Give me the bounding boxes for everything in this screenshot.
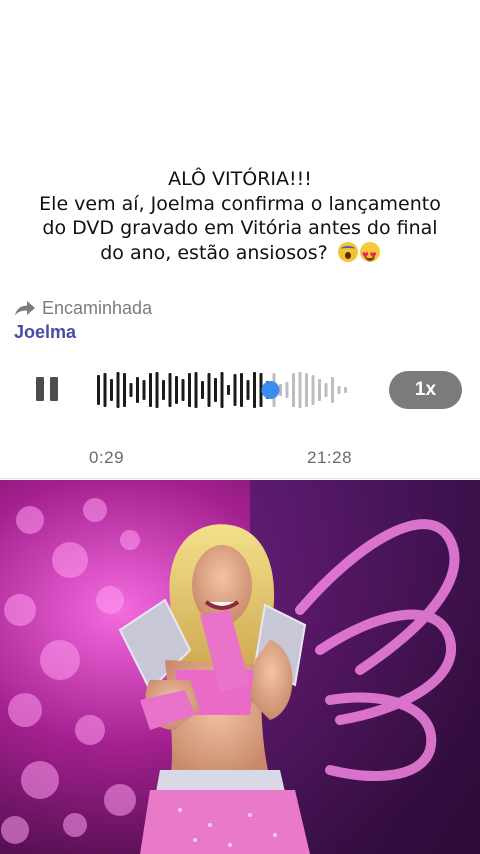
waveform-bar bbox=[123, 373, 126, 407]
emoji-group bbox=[336, 241, 380, 268]
waveform-bar bbox=[162, 380, 165, 400]
waveform-bar bbox=[149, 373, 152, 407]
waveform-bar bbox=[188, 373, 191, 407]
forwarded-text: Encaminhada bbox=[42, 297, 153, 318]
waveform-bar bbox=[194, 372, 198, 408]
waveform-bar bbox=[240, 373, 243, 407]
waveform-bar bbox=[155, 372, 159, 408]
waveform-bar bbox=[305, 373, 308, 407]
waveform-bar bbox=[337, 386, 341, 394]
waveform-bar bbox=[129, 383, 133, 397]
waveform-bar bbox=[318, 379, 321, 401]
waveform-bar bbox=[220, 372, 224, 408]
waveform-bar bbox=[344, 387, 347, 393]
waveform-bar bbox=[292, 373, 295, 407]
sender-name[interactable]: Joelma bbox=[14, 322, 76, 343]
total-duration: 21:28 bbox=[307, 448, 353, 467]
forwarded-label: Encaminhada bbox=[14, 297, 152, 319]
waveform-bar bbox=[97, 375, 100, 405]
audio-waveform[interactable] bbox=[95, 365, 365, 415]
pause-bar bbox=[50, 377, 58, 401]
post-caption: ALÔ VITÓRIA!!! Ele vem aí, Joelma confir… bbox=[0, 167, 480, 268]
waveform-bar bbox=[233, 374, 237, 406]
caption-line: do ano, estão ansiosos? bbox=[0, 241, 480, 268]
waveform-bar bbox=[298, 372, 302, 408]
waveform-bar bbox=[175, 376, 178, 404]
waveform-bar bbox=[116, 372, 120, 408]
waveform-bar bbox=[324, 383, 328, 397]
waveform-bar bbox=[246, 380, 250, 400]
caption-line: Ele vem aí, Joelma confirma o lançamento bbox=[39, 192, 441, 215]
waveform-bar bbox=[214, 378, 217, 402]
playback-speed-button[interactable]: 1x bbox=[389, 371, 462, 409]
caption-line: ALÔ VITÓRIA!!! bbox=[168, 168, 312, 190]
pause-button[interactable] bbox=[36, 377, 64, 403]
waveform-bar bbox=[331, 377, 334, 403]
divider bbox=[0, 478, 480, 479]
waveform-bar bbox=[142, 380, 146, 400]
audio-player: 1x bbox=[0, 365, 480, 415]
caption-text: do ano, estão ansiosos? bbox=[100, 241, 328, 264]
photo-illustration bbox=[0, 480, 480, 854]
waveform-bar bbox=[207, 373, 211, 407]
elapsed-time: 0:29 bbox=[89, 448, 125, 467]
waveform-bar bbox=[181, 379, 185, 401]
waveform-bar bbox=[168, 373, 172, 407]
heart-eyes-emoji-icon bbox=[359, 241, 380, 268]
waveform-bar bbox=[103, 373, 107, 407]
performer-photo bbox=[0, 480, 480, 854]
waveform-bar bbox=[253, 372, 256, 408]
waveform-bar bbox=[201, 381, 204, 399]
scream-emoji-icon bbox=[337, 241, 358, 262]
waveform-bar bbox=[136, 377, 139, 403]
waveform-bar bbox=[311, 375, 315, 405]
waveform-bar bbox=[285, 382, 289, 398]
pause-bar bbox=[36, 377, 44, 401]
playback-scrubber[interactable] bbox=[261, 381, 280, 399]
waveform-bar bbox=[110, 379, 113, 401]
waveform-bar bbox=[227, 385, 230, 395]
forward-arrow-icon bbox=[15, 301, 35, 316]
caption-line: do DVD gravado em Vitória antes do final bbox=[42, 217, 438, 239]
